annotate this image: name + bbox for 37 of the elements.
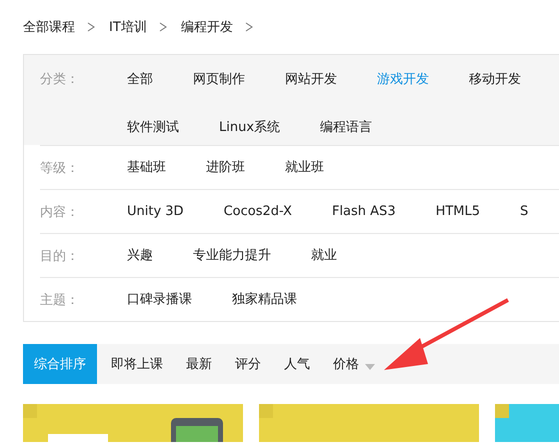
sort-tab[interactable]: 最新 xyxy=(172,344,221,384)
filter-option[interactable]: 编程语言 xyxy=(320,117,372,139)
filter-option[interactable]: 就业 xyxy=(311,244,337,266)
filter-option[interactable]: HTML5 xyxy=(436,200,480,222)
chevron-icon xyxy=(87,22,95,32)
caret-icon xyxy=(365,364,375,370)
filter-option[interactable]: 独家精品课 xyxy=(232,288,297,310)
chevron-icon xyxy=(244,22,253,32)
sort-tab[interactable]: 人气 xyxy=(270,344,319,384)
sort-tab[interactable]: 价格 xyxy=(319,344,384,384)
filter-option[interactable]: S xyxy=(520,200,528,222)
filter-label: 内容： xyxy=(40,204,80,220)
filter-label: 目的： xyxy=(40,248,80,264)
filter-option[interactable]: 移动开发 xyxy=(469,69,521,91)
filter-option[interactable]: 进阶班 xyxy=(206,156,245,178)
filter-option[interactable]: Unity 3D xyxy=(127,200,184,222)
filter-label: 等级： xyxy=(40,160,80,176)
filter-option[interactable]: 网页制作 xyxy=(193,69,245,91)
filter-option[interactable]: 口碑录播课 xyxy=(127,288,192,310)
filter-option[interactable]: 专业能力提升 xyxy=(193,244,271,266)
filter-label: 主题： xyxy=(40,292,80,308)
filter-option[interactable]: Cocos2d-X xyxy=(224,200,292,222)
breadcrumb-link[interactable]: IT培训 xyxy=(109,18,147,36)
filter-option[interactable]: 网站开发 xyxy=(285,69,337,91)
filter-option[interactable]: 基础班 xyxy=(127,156,166,178)
breadcrumb-link[interactable]: 编程开发 xyxy=(180,18,233,36)
filter-option[interactable]: 全部 xyxy=(127,69,153,91)
filter-option[interactable]: Flash AS3 xyxy=(332,200,396,222)
chevron-icon xyxy=(158,22,167,32)
filter-option[interactable]: Linux系统 xyxy=(219,117,280,139)
sort-tab[interactable]: 评分 xyxy=(221,344,270,384)
filter-option[interactable]: 软件测试 xyxy=(127,117,179,139)
sort-tab[interactable]: 即将上课 xyxy=(97,344,172,384)
filter-option[interactable]: 兴趣 xyxy=(127,244,153,266)
filter-option[interactable]: 就业班 xyxy=(285,156,324,178)
filter-label: 分类： xyxy=(40,71,80,89)
breadcrumb-link[interactable]: 全部课程 xyxy=(23,18,75,36)
